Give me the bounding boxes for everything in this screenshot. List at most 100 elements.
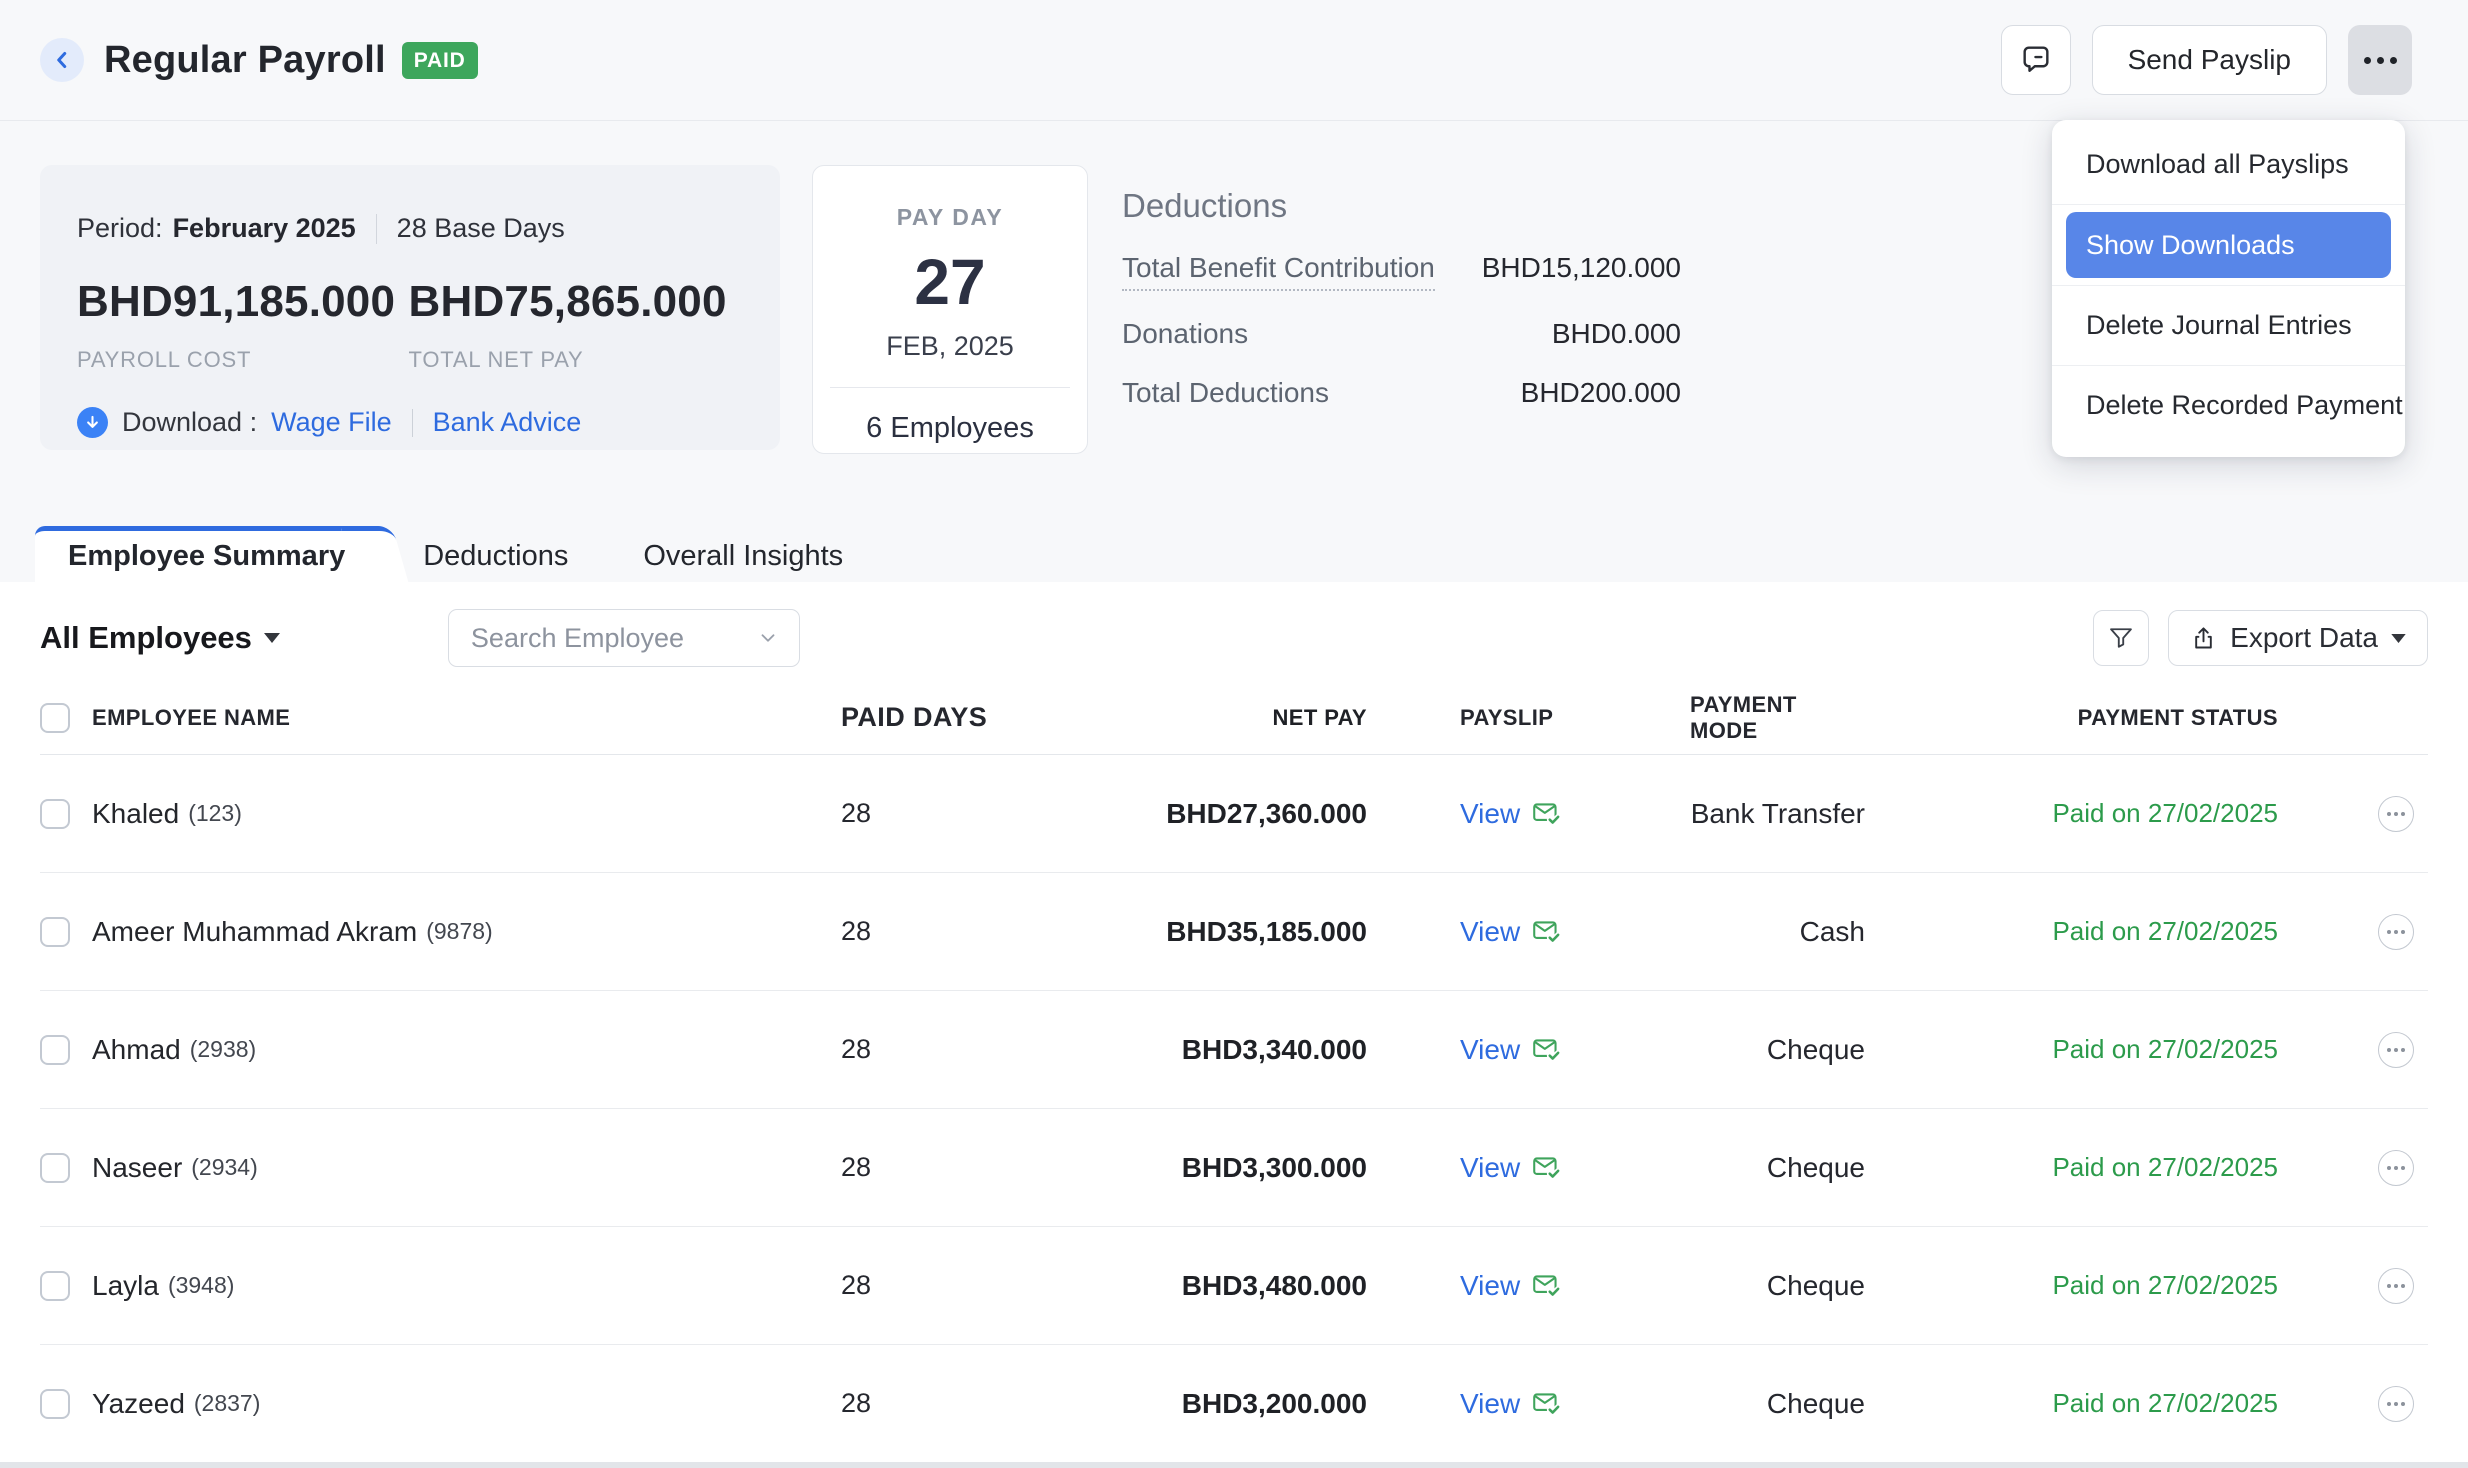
paid-days: 28 — [838, 1034, 1041, 1065]
row-more-button[interactable] — [2378, 1268, 2414, 1304]
view-label: View — [1460, 798, 1520, 830]
menu-item-download-all-payslips[interactable]: Download all Payslips — [2052, 124, 2405, 204]
payment-mode: Bank Transfer — [1690, 798, 1865, 830]
paid-days: 28 — [838, 916, 1041, 947]
payment-mode: Cheque — [1690, 1388, 1865, 1420]
menu-item-show-downloads[interactable]: Show Downloads — [2052, 204, 2405, 285]
column-payment-status: PAYMENT STATUS — [1865, 705, 2278, 731]
envelope-check-icon — [1531, 1034, 1562, 1065]
view-payslip-link[interactable]: View — [1460, 1152, 1562, 1184]
deductions-summary: Deductions Total Benefit ContributionBHD… — [1122, 165, 1681, 409]
view-payslip-link[interactable]: View — [1460, 1388, 1562, 1420]
tab-label: Employee Summary — [68, 540, 345, 573]
envelope-check-icon — [1531, 1388, 1562, 1419]
payment-status: Paid on 27/02/2025 — [1865, 1152, 2278, 1183]
deductions-list: Total Benefit ContributionBHD15,120.000D… — [1122, 252, 1681, 409]
row-checkbox[interactable] — [40, 1271, 70, 1301]
row-checkbox[interactable] — [40, 917, 70, 947]
row-checkbox[interactable] — [40, 799, 70, 829]
bottom-edge — [0, 1462, 2468, 1468]
status-badge: PAID — [402, 42, 478, 79]
row-more-button[interactable] — [2378, 1032, 2414, 1068]
view-payslip-link[interactable]: View — [1460, 1034, 1562, 1066]
period-card: Period: February 2025 28 Base Days BHD91… — [40, 165, 780, 450]
filter-button[interactable] — [2093, 610, 2149, 666]
export-icon — [2190, 625, 2217, 652]
page-title: Regular Payroll — [104, 39, 386, 82]
payment-status: Paid on 27/02/2025 — [1865, 1270, 2278, 1301]
total-net-pay-label: TOTAL NET PAY — [409, 347, 741, 373]
paid-days: 28 — [838, 1152, 1041, 1183]
tab-employee-summary[interactable]: Employee Summary — [35, 526, 375, 582]
search-employee-select[interactable]: Search Employee — [448, 609, 800, 667]
employee-name: Ahmad — [92, 1034, 181, 1066]
comment-icon — [2019, 43, 2053, 77]
row-checkbox[interactable] — [40, 1153, 70, 1183]
view-payslip-link[interactable]: View — [1460, 916, 1562, 948]
employee-id: (3948) — [168, 1272, 234, 1299]
payday-card: PAY DAY 27 FEB, 2025 6 Employees — [812, 165, 1088, 454]
menu-item-label: Delete Journal Entries — [2052, 310, 2352, 341]
net-pay: BHD27,360.000 — [1041, 798, 1367, 830]
payday-month-year: FEB, 2025 — [813, 331, 1087, 362]
payment-mode: Cheque — [1690, 1152, 1865, 1184]
column-net-pay: NET PAY — [1041, 705, 1367, 731]
tab-label: Deductions — [423, 540, 568, 573]
export-data-button[interactable]: Export Data — [2168, 610, 2428, 666]
wage-file-link[interactable]: Wage File — [271, 407, 392, 438]
row-more-button[interactable] — [2378, 1150, 2414, 1186]
row-checkbox[interactable] — [40, 1389, 70, 1419]
tab-deductions[interactable]: Deductions — [423, 531, 568, 582]
table-header: EMPLOYEE NAME PAID DAYS NET PAY PAYSLIP … — [40, 681, 2428, 755]
chevron-left-icon — [49, 47, 75, 73]
net-pay: BHD3,200.000 — [1041, 1388, 1367, 1420]
column-payslip: PAYSLIP — [1367, 705, 1690, 731]
divider — [412, 409, 413, 437]
payment-status: Paid on 27/02/2025 — [1865, 916, 2278, 947]
tab-overall-insights[interactable]: Overall Insights — [643, 531, 843, 582]
back-button[interactable] — [40, 38, 84, 82]
view-label: View — [1460, 1152, 1520, 1184]
employee-id: (123) — [188, 800, 242, 827]
download-label: Download : — [122, 407, 257, 438]
menu-item-delete-journal-entries[interactable]: Delete Journal Entries — [2052, 285, 2405, 365]
tabs: Employee Summary Deductions Overall Insigh… — [0, 454, 2468, 582]
caret-down-icon — [2391, 634, 2406, 643]
deductions-title: Deductions — [1122, 187, 1681, 225]
employee-id: (2938) — [190, 1036, 256, 1063]
employee-summary-panel: All Employees Search Employee Export Dat… — [0, 582, 2468, 1468]
row-more-button[interactable] — [2378, 796, 2414, 832]
employee-count: 6 Employees — [813, 412, 1087, 445]
period-value: February 2025 — [173, 213, 356, 244]
view-label: View — [1460, 1034, 1520, 1066]
payroll-cost-label: PAYROLL COST — [77, 347, 409, 373]
deduction-value: BHD15,120.000 — [1482, 252, 1681, 284]
employee-name: Naseer — [92, 1152, 182, 1184]
payment-mode: Cheque — [1690, 1034, 1865, 1066]
deduction-label: Donations — [1122, 318, 1248, 350]
select-all-checkbox[interactable] — [40, 703, 70, 733]
row-checkbox[interactable] — [40, 1035, 70, 1065]
deduction-row: DonationsBHD0.000 — [1122, 318, 1681, 350]
net-pay: BHD3,480.000 — [1041, 1270, 1367, 1302]
bank-advice-link[interactable]: Bank Advice — [433, 407, 582, 438]
search-placeholder: Search Employee — [471, 623, 684, 654]
send-payslip-button[interactable]: Send Payslip — [2092, 25, 2327, 95]
net-pay: BHD35,185.000 — [1041, 916, 1367, 948]
employee-scope-dropdown[interactable]: All Employees — [40, 620, 280, 656]
row-more-button[interactable] — [2378, 914, 2414, 950]
more-options-button[interactable] — [2348, 25, 2412, 95]
employee-name: Ameer Muhammad Akram — [92, 916, 417, 948]
tab-label: Overall Insights — [643, 540, 843, 573]
table-row: Yazeed (2837) 28 BHD3,200.000 View Chequ… — [40, 1345, 2428, 1463]
column-payment-mode: PAYMENT MODE — [1690, 692, 1865, 744]
view-payslip-link[interactable]: View — [1460, 798, 1562, 830]
view-payslip-link[interactable]: View — [1460, 1270, 1562, 1302]
row-more-button[interactable] — [2378, 1386, 2414, 1422]
menu-item-delete-recorded-payment[interactable]: Delete Recorded Payment — [2052, 365, 2405, 445]
divider — [830, 387, 1070, 388]
table-body: Khaled (123) 28 BHD27,360.000 View Bank … — [40, 755, 2428, 1463]
payment-mode: Cash — [1690, 916, 1865, 948]
paid-days: 28 — [838, 1270, 1041, 1301]
comments-button[interactable] — [2001, 25, 2071, 95]
